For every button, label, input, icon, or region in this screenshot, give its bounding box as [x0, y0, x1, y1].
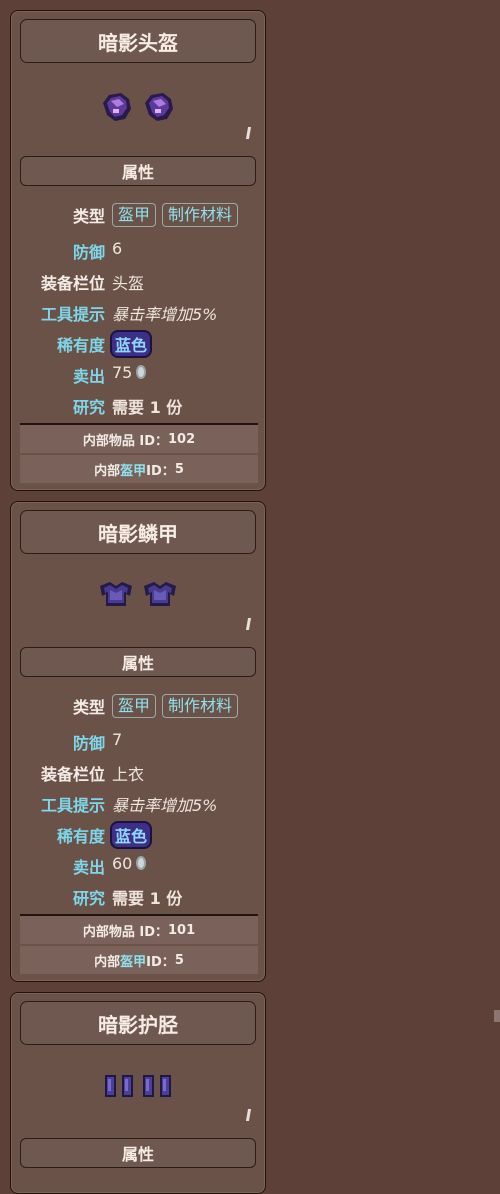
section-header-attributes: 属性 [20, 647, 256, 677]
slot-value: 头盔 [112, 274, 145, 293]
row-slot: 装备栏位 上衣 [11, 759, 265, 785]
silver-coin-icon [136, 856, 147, 870]
shadow-helmet-icon [103, 93, 131, 121]
shadow-greaves-icon [143, 1075, 171, 1097]
row-tooltip: 工具提示 暴击率增加5% [11, 790, 265, 816]
rarity-label: 稀有度 [56, 827, 105, 846]
item-card-shadow-greaves: 暗影护胫 属性 [10, 992, 266, 1194]
tooltip-value: 暴击率增加5% [112, 796, 218, 815]
section-header-attributes: 属性 [20, 156, 256, 186]
tooltip-value: 暴击率增加5% [112, 305, 218, 324]
item-title: 暗影头盔 [20, 19, 256, 63]
row-research: 研究 需要 1 份 [11, 392, 265, 418]
rarity-value: 蓝色 [112, 332, 151, 356]
row-defense: 防御 7 [11, 728, 265, 754]
sell-value: 75 [112, 363, 133, 382]
defense-value: 7 [112, 730, 123, 749]
internal-item-id: 内部物品 ID： 102 [20, 425, 258, 453]
scroll-marker [245, 1109, 252, 1121]
internal-armor-id: 内部 盔甲 ID： 5 [20, 946, 258, 974]
shadow-scalemail-icon [100, 582, 132, 606]
scroll-marker [245, 618, 252, 630]
type-label: 类型 [72, 698, 105, 717]
item-card-shadow-helmet: 暗影头盔 属性 类型 盔甲 制作材料 防御 6 装备栏位 头盔 工具提示 暴击率增… [10, 10, 266, 491]
shadow-greaves-icon [105, 1075, 133, 1097]
silver-coin-icon [136, 365, 147, 379]
research-label: 研究 [72, 398, 105, 417]
internal-armor-id: 内部 盔甲 ID： 5 [20, 455, 258, 483]
row-research: 研究 需要 1 份 [11, 883, 265, 909]
scrollbar-thumb[interactable] [494, 1010, 500, 1022]
research-value: 需要 1 份 [112, 398, 183, 417]
rarity-value: 蓝色 [112, 823, 151, 847]
row-tooltip: 工具提示 暴击率增加5% [11, 299, 265, 325]
internal-item-id: 内部物品 ID： 101 [20, 916, 258, 944]
section-header-attributes: 属性 [20, 1138, 256, 1168]
research-value: 需要 1 份 [112, 889, 183, 908]
rarity-label: 稀有度 [56, 336, 105, 355]
row-type: 类型 盔甲 制作材料 [11, 201, 265, 227]
item-sprites [11, 580, 265, 620]
sell-label: 卖出 [72, 367, 105, 386]
row-rarity: 稀有度 蓝色 [11, 821, 265, 847]
row-sell: 卖出 60 [11, 852, 265, 878]
slot-label: 装备栏位 [40, 274, 105, 293]
scroll-marker [245, 127, 252, 139]
item-title: 暗影护胫 [20, 1001, 256, 1045]
item-title: 暗影鳞甲 [20, 510, 256, 554]
row-defense: 防御 6 [11, 237, 265, 263]
row-type: 类型 盔甲 制作材料 [11, 692, 265, 718]
defense-label: 防御 [72, 243, 105, 262]
type-tag-material[interactable]: 制作材料 [162, 694, 239, 718]
tooltip-label: 工具提示 [40, 796, 105, 815]
defense-label: 防御 [72, 734, 105, 753]
row-slot: 装备栏位 头盔 [11, 268, 265, 294]
shadow-scalemail-icon [144, 582, 176, 606]
slot-value: 上衣 [112, 765, 145, 784]
slot-label: 装备栏位 [40, 765, 105, 784]
item-sprites [11, 1071, 265, 1111]
item-sprites [11, 89, 265, 129]
type-tag-material[interactable]: 制作材料 [162, 203, 239, 227]
type-tag-armor[interactable]: 盔甲 [112, 694, 157, 718]
sell-label: 卖出 [72, 858, 105, 877]
row-sell: 卖出 75 [11, 361, 265, 387]
research-label: 研究 [72, 889, 105, 908]
type-tag-armor[interactable]: 盔甲 [112, 203, 157, 227]
tooltip-label: 工具提示 [40, 305, 105, 324]
item-card-shadow-scalemail: 暗影鳞甲 属性 类型 盔甲 制作材料 防御 7 装备栏位 上衣 工具提示 暴击率增… [10, 501, 266, 982]
sell-value: 60 [112, 854, 133, 873]
shadow-helmet-icon [145, 93, 173, 121]
type-label: 类型 [72, 207, 105, 226]
defense-value: 6 [112, 239, 123, 258]
row-rarity: 稀有度 蓝色 [11, 330, 265, 356]
